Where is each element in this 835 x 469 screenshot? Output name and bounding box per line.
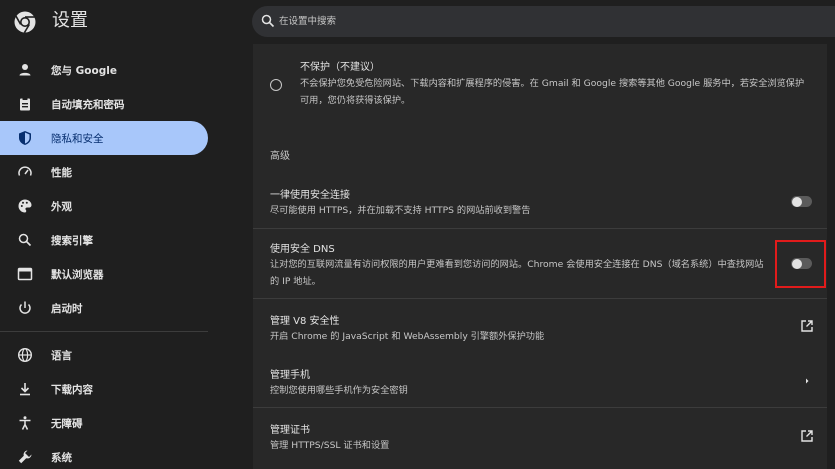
globe-icon bbox=[17, 347, 33, 363]
chrome-settings-window: 设置 您与 Google 自动填充和密码 bbox=[0, 0, 835, 469]
no-protection-description: 不会保护您免受危险网站、下载内容和扩展程序的侵害。在 Gmail 和 Googl… bbox=[300, 78, 805, 106]
row-title: 管理手机 bbox=[270, 370, 310, 381]
sidebar-item-autofill[interactable]: 自动填充和密码 bbox=[0, 87, 208, 121]
palette-icon bbox=[18, 199, 32, 213]
speedometer-icon bbox=[18, 166, 32, 176]
wrench-icon bbox=[18, 450, 32, 464]
download-icon bbox=[20, 383, 30, 396]
secure-dns-row[interactable]: 使用安全 DNS 让对您的互联网流量有访问权限的用户更难看到您访问的网站。Chr… bbox=[253, 229, 827, 298]
sidebar-item-system[interactable]: 系统 bbox=[0, 440, 208, 469]
search-icon bbox=[261, 14, 275, 28]
sidebar-item-label: 默认浏览器 bbox=[51, 268, 104, 281]
row-title: 一律使用安全连接 bbox=[270, 190, 350, 201]
section-heading-advanced: 高级 bbox=[270, 151, 290, 162]
clipboard-icon bbox=[20, 97, 30, 111]
sidebar-item-privacy[interactable]: 隐私和安全 bbox=[0, 121, 208, 155]
sidebar-item-languages[interactable]: 语言 bbox=[0, 338, 208, 372]
toggle-knob bbox=[792, 196, 802, 207]
manage-v8-security-row[interactable]: 管理 V8 安全性 开启 Chrome 的 JavaScript 和 WebAs… bbox=[253, 299, 827, 351]
chevron-right-icon[interactable] bbox=[800, 374, 814, 388]
sidebar-item-label: 搜索引擎 bbox=[51, 234, 93, 247]
no-protection-radio[interactable] bbox=[270, 79, 282, 91]
accessibility-icon bbox=[19, 416, 31, 430]
no-protection-option[interactable]: 不保护（不建议） 不会保护您免受危险网站、下载内容和扩展程序的侵害。在 Gmai… bbox=[253, 44, 827, 126]
page-title: 设置 bbox=[52, 10, 88, 31]
sidebar-item-search-engine[interactable]: 搜索引擎 bbox=[0, 223, 208, 257]
search-input[interactable] bbox=[279, 6, 819, 37]
sidebar-item-label: 您与 Google bbox=[51, 64, 117, 77]
sidebar-item-accessibility[interactable]: 无障碍 bbox=[0, 406, 208, 440]
sidebar: 您与 Google 自动填充和密码 隐私和安全 性能 外观 搜索引擎 默认浏览器… bbox=[0, 44, 245, 469]
sidebar-item-appearance[interactable]: 外观 bbox=[0, 189, 208, 223]
no-protection-title: 不保护（不建议） bbox=[300, 62, 380, 73]
annotation-highlight-box bbox=[775, 240, 826, 288]
manage-phones-row[interactable]: 管理手机 控制您使用哪些手机作为安全密钥 bbox=[253, 354, 827, 406]
sidebar-item-label: 外观 bbox=[51, 200, 72, 213]
person-icon bbox=[19, 64, 31, 76]
sidebar-item-you-and-google[interactable]: 您与 Google bbox=[0, 53, 208, 87]
sidebar-item-label: 启动时 bbox=[51, 302, 83, 315]
row-description: 控制您使用哪些手机作为安全密钥 bbox=[270, 385, 408, 396]
sidebar-item-label: 下载内容 bbox=[51, 383, 93, 396]
row-description: 开启 Chrome 的 JavaScript 和 WebAssembly 引擎额… bbox=[270, 331, 545, 342]
sidebar-item-default-browser[interactable]: 默认浏览器 bbox=[0, 257, 208, 291]
sidebar-item-label: 自动填充和密码 bbox=[51, 98, 125, 111]
sidebar-item-label: 隐私和安全 bbox=[51, 132, 104, 145]
chrome-logo-icon bbox=[14, 11, 36, 33]
shield-icon bbox=[19, 131, 31, 145]
browser-icon bbox=[17, 267, 33, 281]
sidebar-divider bbox=[0, 331, 208, 332]
row-title: 管理 V8 安全性 bbox=[270, 316, 340, 327]
sidebar-item-label: 语言 bbox=[51, 349, 72, 362]
always-use-secure-connections-row[interactable]: 一律使用安全连接 尽可能使用 HTTPS，并在加载不支持 HTTPS 的网站前收… bbox=[253, 174, 827, 228]
header: 设置 bbox=[0, 0, 835, 44]
sidebar-item-label: 无障碍 bbox=[51, 417, 83, 430]
row-title: 管理证书 bbox=[270, 425, 310, 436]
open-external-icon[interactable] bbox=[800, 429, 814, 443]
row-description: 尽可能使用 HTTPS，并在加载不支持 HTTPS 的网站前收到警告 bbox=[270, 205, 531, 216]
sidebar-item-label: 性能 bbox=[51, 166, 72, 179]
manage-certificates-row[interactable]: 管理证书 管理 HTTPS/SSL 证书和设置 bbox=[253, 408, 827, 463]
row-title: 使用安全 DNS bbox=[270, 244, 335, 255]
sidebar-item-downloads[interactable]: 下载内容 bbox=[0, 372, 208, 406]
privacy-settings-card: 不保护（不建议） 不会保护您免受危险网站、下载内容和扩展程序的侵害。在 Gmai… bbox=[253, 44, 827, 469]
sidebar-item-on-startup[interactable]: 启动时 bbox=[0, 291, 208, 325]
search-bar[interactable] bbox=[252, 6, 835, 37]
sidebar-item-performance[interactable]: 性能 bbox=[0, 155, 208, 189]
power-icon bbox=[19, 301, 31, 314]
https-toggle[interactable] bbox=[791, 196, 812, 207]
row-description: 让对您的互联网流量有访问权限的用户更难看到您访问的网站。Chrome 会使用安全… bbox=[270, 259, 764, 287]
row-description: 管理 HTTPS/SSL 证书和设置 bbox=[270, 440, 390, 451]
open-external-icon[interactable] bbox=[800, 319, 814, 333]
search-icon bbox=[18, 233, 32, 247]
sidebar-item-label: 系统 bbox=[51, 451, 72, 464]
